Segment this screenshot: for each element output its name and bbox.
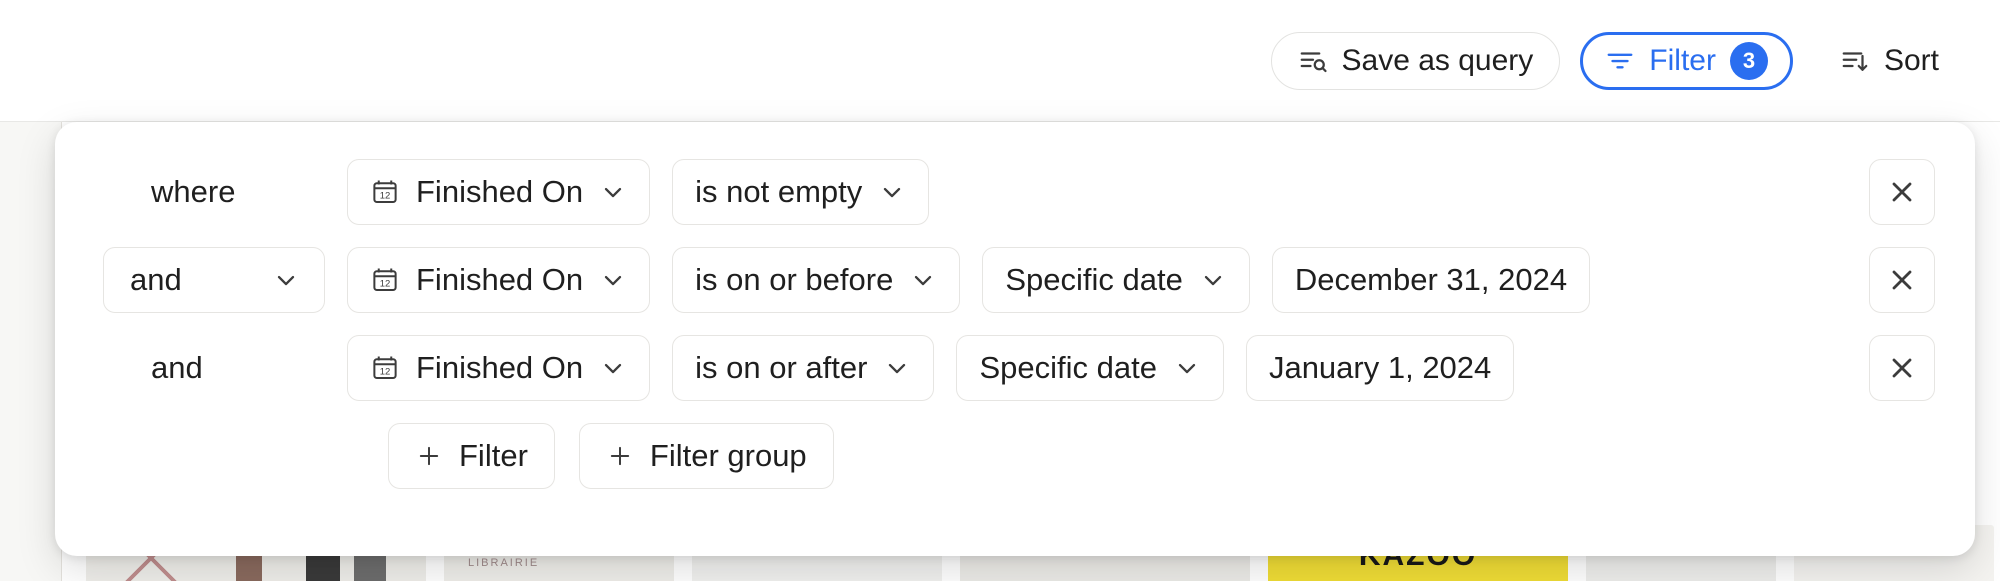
plus-icon (606, 442, 634, 470)
add-filter-button[interactable]: Filter (388, 423, 555, 489)
chevron-down-icon (883, 354, 911, 382)
background-left-rail (0, 122, 62, 581)
filter-property-label: Finished On (416, 174, 584, 209)
chevron-down-icon (909, 266, 937, 294)
view-toolbar: Save as query Filter 3 Sort (0, 0, 2000, 122)
close-icon (1886, 352, 1918, 384)
svg-text:12: 12 (380, 191, 391, 202)
filter-icon (1605, 46, 1635, 76)
filter-value-mode-dropdown[interactable]: Specific date (956, 335, 1224, 401)
remove-filter-button[interactable] (1869, 335, 1935, 401)
sort-descending-icon (1840, 46, 1870, 76)
filter-operator-label: is not empty (695, 174, 863, 209)
filter-popup-screen: VINCENT LIBRAIRIE KAZOO OF (0, 0, 2000, 581)
filter-row: and 12 Finished On is on or before Speci… (55, 236, 1975, 324)
calendar-icon: 12 (370, 265, 400, 295)
sort-button[interactable]: Sort (1812, 31, 1966, 90)
add-filter-group-label: Filter group (649, 438, 807, 473)
filter-date-value-label: January 1, 2024 (1268, 350, 1492, 385)
close-icon (1886, 176, 1918, 208)
chevron-down-icon (1173, 354, 1201, 382)
list-search-icon (1298, 46, 1328, 76)
chevron-down-icon (599, 266, 627, 294)
chevron-down-icon (599, 354, 627, 382)
filter-conjunction-label: and (130, 262, 182, 297)
cover-subtitle: LIBRAIRIE (468, 557, 540, 569)
add-filter-row: Filter Filter group (55, 412, 1975, 500)
filter-conjunction-label: and (151, 350, 203, 385)
filter-property-dropdown[interactable]: 12 Finished On (347, 159, 651, 225)
calendar-icon: 12 (370, 353, 400, 383)
filter-label: Filter (1649, 43, 1716, 77)
filter-operator-dropdown[interactable]: is on or before (672, 247, 961, 313)
filter-operator-dropdown[interactable]: is on or after (672, 335, 935, 401)
filter-date-value-field[interactable]: December 31, 2024 (1271, 247, 1591, 313)
add-filter-label: Filter (459, 438, 528, 473)
filter-property-dropdown[interactable]: 12 Finished On (347, 247, 651, 313)
svg-text:12: 12 (380, 367, 391, 378)
filter-date-value-field[interactable]: January 1, 2024 (1245, 335, 1515, 401)
filter-property-label: Finished On (416, 262, 584, 297)
add-filter-group-button[interactable]: Filter group (578, 423, 834, 489)
filter-count-badge: 3 (1729, 41, 1768, 80)
chevron-down-icon (878, 178, 906, 206)
filter-conjunction-label: where (151, 174, 236, 209)
remove-filter-button[interactable] (1869, 159, 1935, 225)
filter-row: and 12 Finished On is on or after Specif… (55, 324, 1975, 412)
sort-label: Sort (1883, 43, 1939, 77)
filter-conjunction-dropdown[interactable]: and (103, 247, 325, 313)
filter-property-label: Finished On (416, 350, 584, 385)
svg-text:12: 12 (380, 279, 391, 290)
save-as-query-button[interactable]: Save as query (1270, 31, 1561, 90)
filter-popup-panel: where 12 Finished On is not empty and 12… (55, 122, 1975, 556)
filter-button[interactable]: Filter 3 (1580, 31, 1793, 90)
filter-operator-dropdown[interactable]: is not empty (672, 159, 930, 225)
filter-date-value-label: December 31, 2024 (1294, 262, 1568, 297)
remove-filter-button[interactable] (1869, 247, 1935, 313)
filter-operator-label: is on or before (695, 262, 894, 297)
chevron-down-icon (1199, 266, 1227, 294)
filter-value-mode-dropdown[interactable]: Specific date (982, 247, 1250, 313)
filter-row: where 12 Finished On is not empty (55, 148, 1975, 236)
calendar-icon: 12 (370, 177, 400, 207)
save-as-query-label: Save as query (1341, 43, 1534, 77)
filter-property-dropdown[interactable]: 12 Finished On (347, 335, 651, 401)
filter-operator-label: is on or after (695, 350, 868, 385)
chevron-down-icon (272, 266, 300, 294)
chevron-down-icon (599, 178, 627, 206)
filter-value-mode-label: Specific date (979, 350, 1157, 385)
filter-value-mode-label: Specific date (1005, 262, 1183, 297)
plus-icon (415, 442, 443, 470)
close-icon (1886, 264, 1918, 296)
